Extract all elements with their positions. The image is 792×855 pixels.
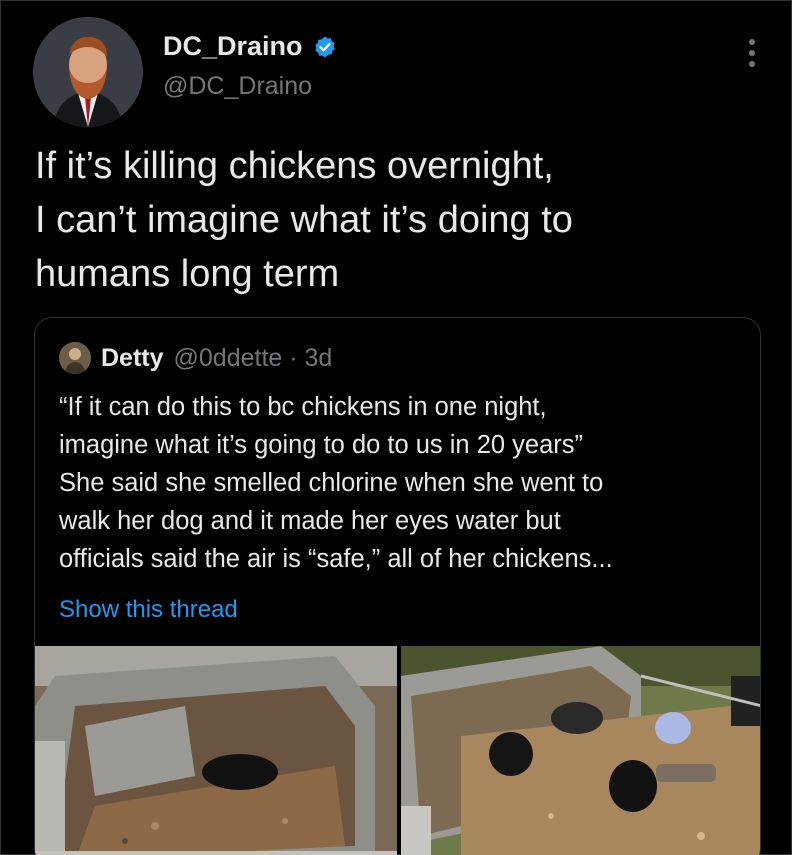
quoted-author-handle[interactable]: @0ddette · 3d xyxy=(174,344,333,373)
tweet-card: DC_Draino @DC_Draino If it’s killing chi… xyxy=(0,0,792,855)
show-thread-link[interactable]: Show this thread xyxy=(59,596,238,624)
quoted-tweet-text: “If it can do this to bc chickens in one… xyxy=(59,393,613,573)
author-avatar[interactable] xyxy=(33,17,143,127)
quoted-tweet[interactable]: Detty @0ddette · 3d “If it can do this t… xyxy=(34,317,761,855)
more-options-icon[interactable] xyxy=(747,39,757,71)
verified-badge-icon xyxy=(313,35,337,59)
media-photo-1[interactable] xyxy=(35,646,397,855)
author-block: DC_Draino @DC_Draino xyxy=(163,31,337,101)
quoted-author-name[interactable]: Detty xyxy=(101,344,164,373)
author-handle[interactable]: @DC_Draino xyxy=(163,72,337,101)
quoted-tweet-header: Detty @0ddette · 3d xyxy=(59,342,332,374)
author-display-name[interactable]: DC_Draino xyxy=(163,31,303,62)
tweet-text: If it’s killing chickens overnight, I ca… xyxy=(35,145,573,295)
quoted-author-avatar[interactable] xyxy=(59,342,91,374)
media-photo-2[interactable] xyxy=(400,646,760,855)
quoted-media-grid xyxy=(35,646,760,855)
